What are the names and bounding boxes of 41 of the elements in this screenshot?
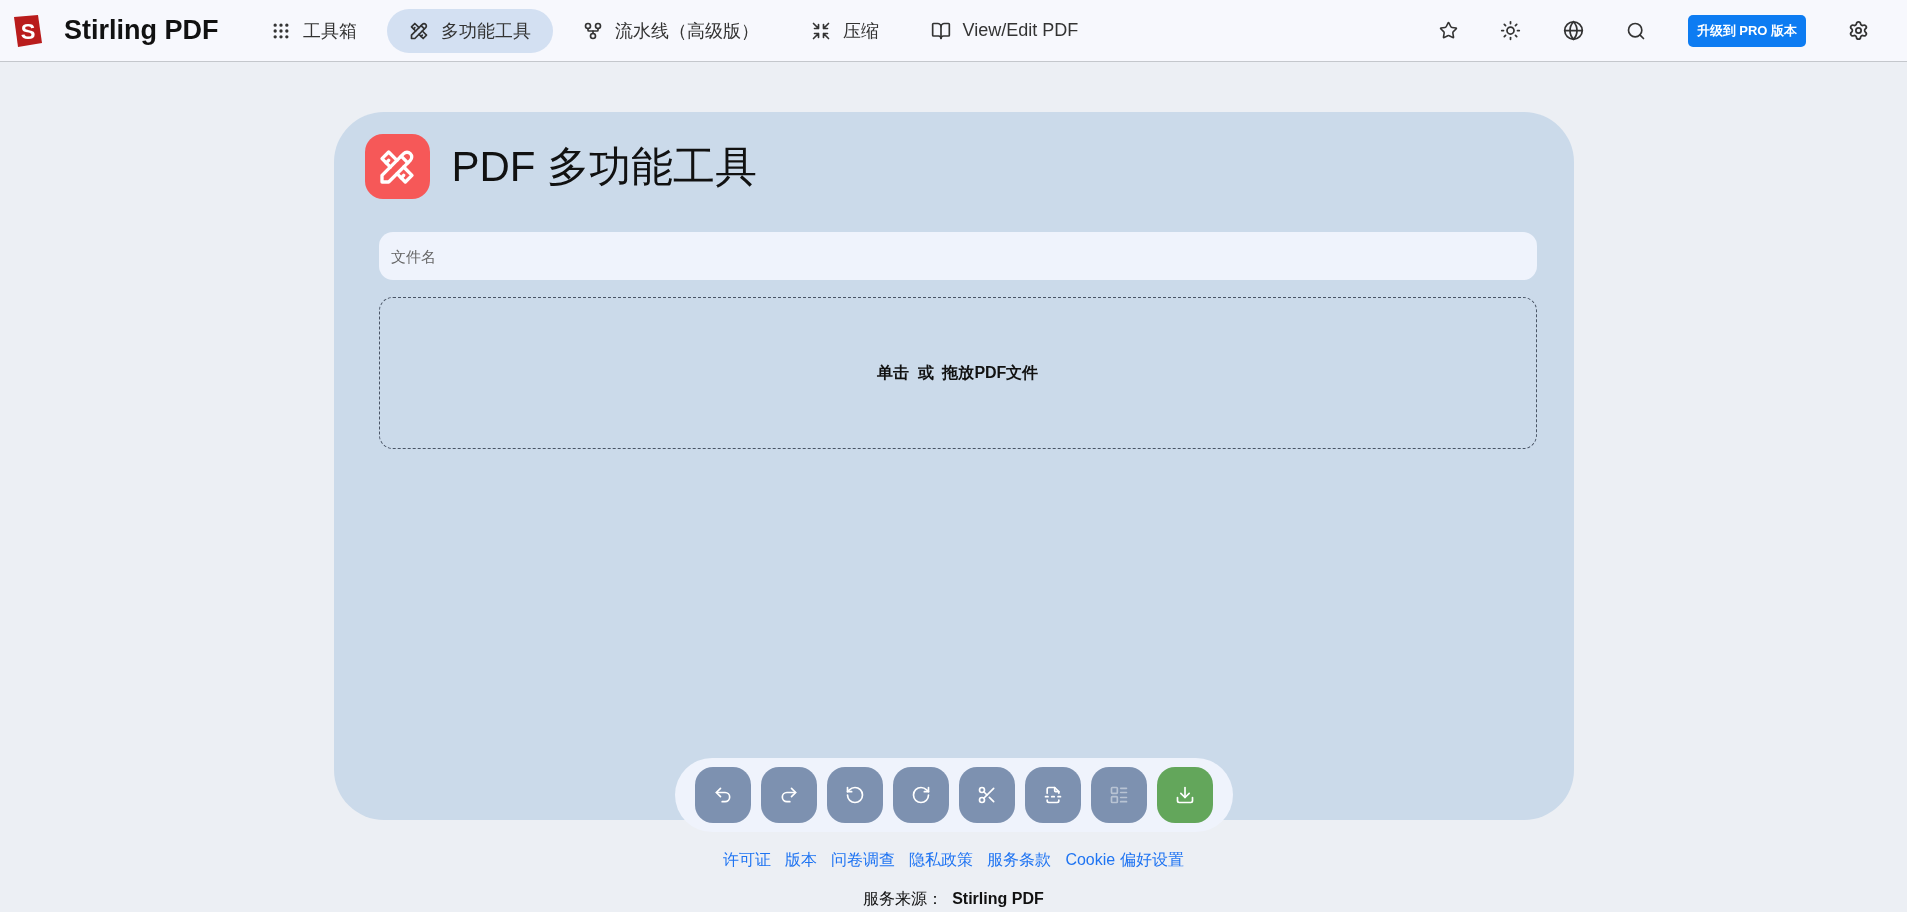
sun-icon[interactable] <box>1499 20 1521 41</box>
upgrade-button[interactable]: 升级到 PRO 版本 <box>1687 14 1806 47</box>
rotate-left-icon <box>844 785 865 805</box>
footer-link[interactable]: 隐私政策 <box>909 850 974 871</box>
search-icon[interactable] <box>1625 20 1646 41</box>
cut-button[interactable] <box>958 767 1015 823</box>
footer-link[interactable]: 问卷调查 <box>831 850 896 871</box>
download-button[interactable] <box>1156 767 1213 823</box>
filename-field[interactable]: 文件名 <box>378 232 1537 280</box>
download-icon <box>1174 785 1195 805</box>
rotate-right-button[interactable] <box>892 767 949 823</box>
settings-icon[interactable] <box>1848 20 1869 41</box>
page-break-icon <box>1042 785 1063 805</box>
redo-button[interactable] <box>760 767 817 823</box>
layout-icon <box>1108 785 1129 805</box>
footer-link[interactable]: 许可证 <box>723 850 772 871</box>
scissors-icon <box>976 785 997 805</box>
tools-icon <box>408 20 429 41</box>
footer-link[interactable]: 版本 <box>785 850 818 871</box>
nav-tab[interactable]: 工具箱 <box>248 8 379 53</box>
nav-tab[interactable]: 流水线（高级版） <box>560 8 781 53</box>
nav-tab[interactable]: View/Edit PDF <box>908 8 1101 53</box>
rotate-left-button[interactable] <box>826 767 883 823</box>
drop-zone[interactable]: 单击 或 拖放PDF文件 <box>378 297 1537 449</box>
tools-icon <box>364 134 430 199</box>
page-break-button[interactable] <box>1024 767 1081 823</box>
globe-icon[interactable] <box>1562 20 1584 41</box>
nav-tab[interactable]: 多功能工具 <box>386 8 553 53</box>
fork-icon <box>582 20 603 41</box>
powered-by-text: 服务来源： Stirling PDF <box>863 889 1044 909</box>
footer-link[interactable]: 服务条款 <box>987 850 1052 871</box>
book-icon <box>930 20 951 41</box>
undo-button[interactable] <box>694 767 751 823</box>
footer-link[interactable]: Cookie 偏好设置 <box>1065 850 1184 871</box>
page-title: PDF 多功能工具 <box>451 141 758 192</box>
brand-name: Stirling PDF <box>64 15 219 46</box>
shrink-icon <box>810 20 831 41</box>
nav-tab[interactable]: 压缩 <box>788 8 901 53</box>
star-icon[interactable] <box>1438 21 1458 40</box>
undo-icon <box>712 785 733 805</box>
rotate-right-icon <box>910 785 931 805</box>
